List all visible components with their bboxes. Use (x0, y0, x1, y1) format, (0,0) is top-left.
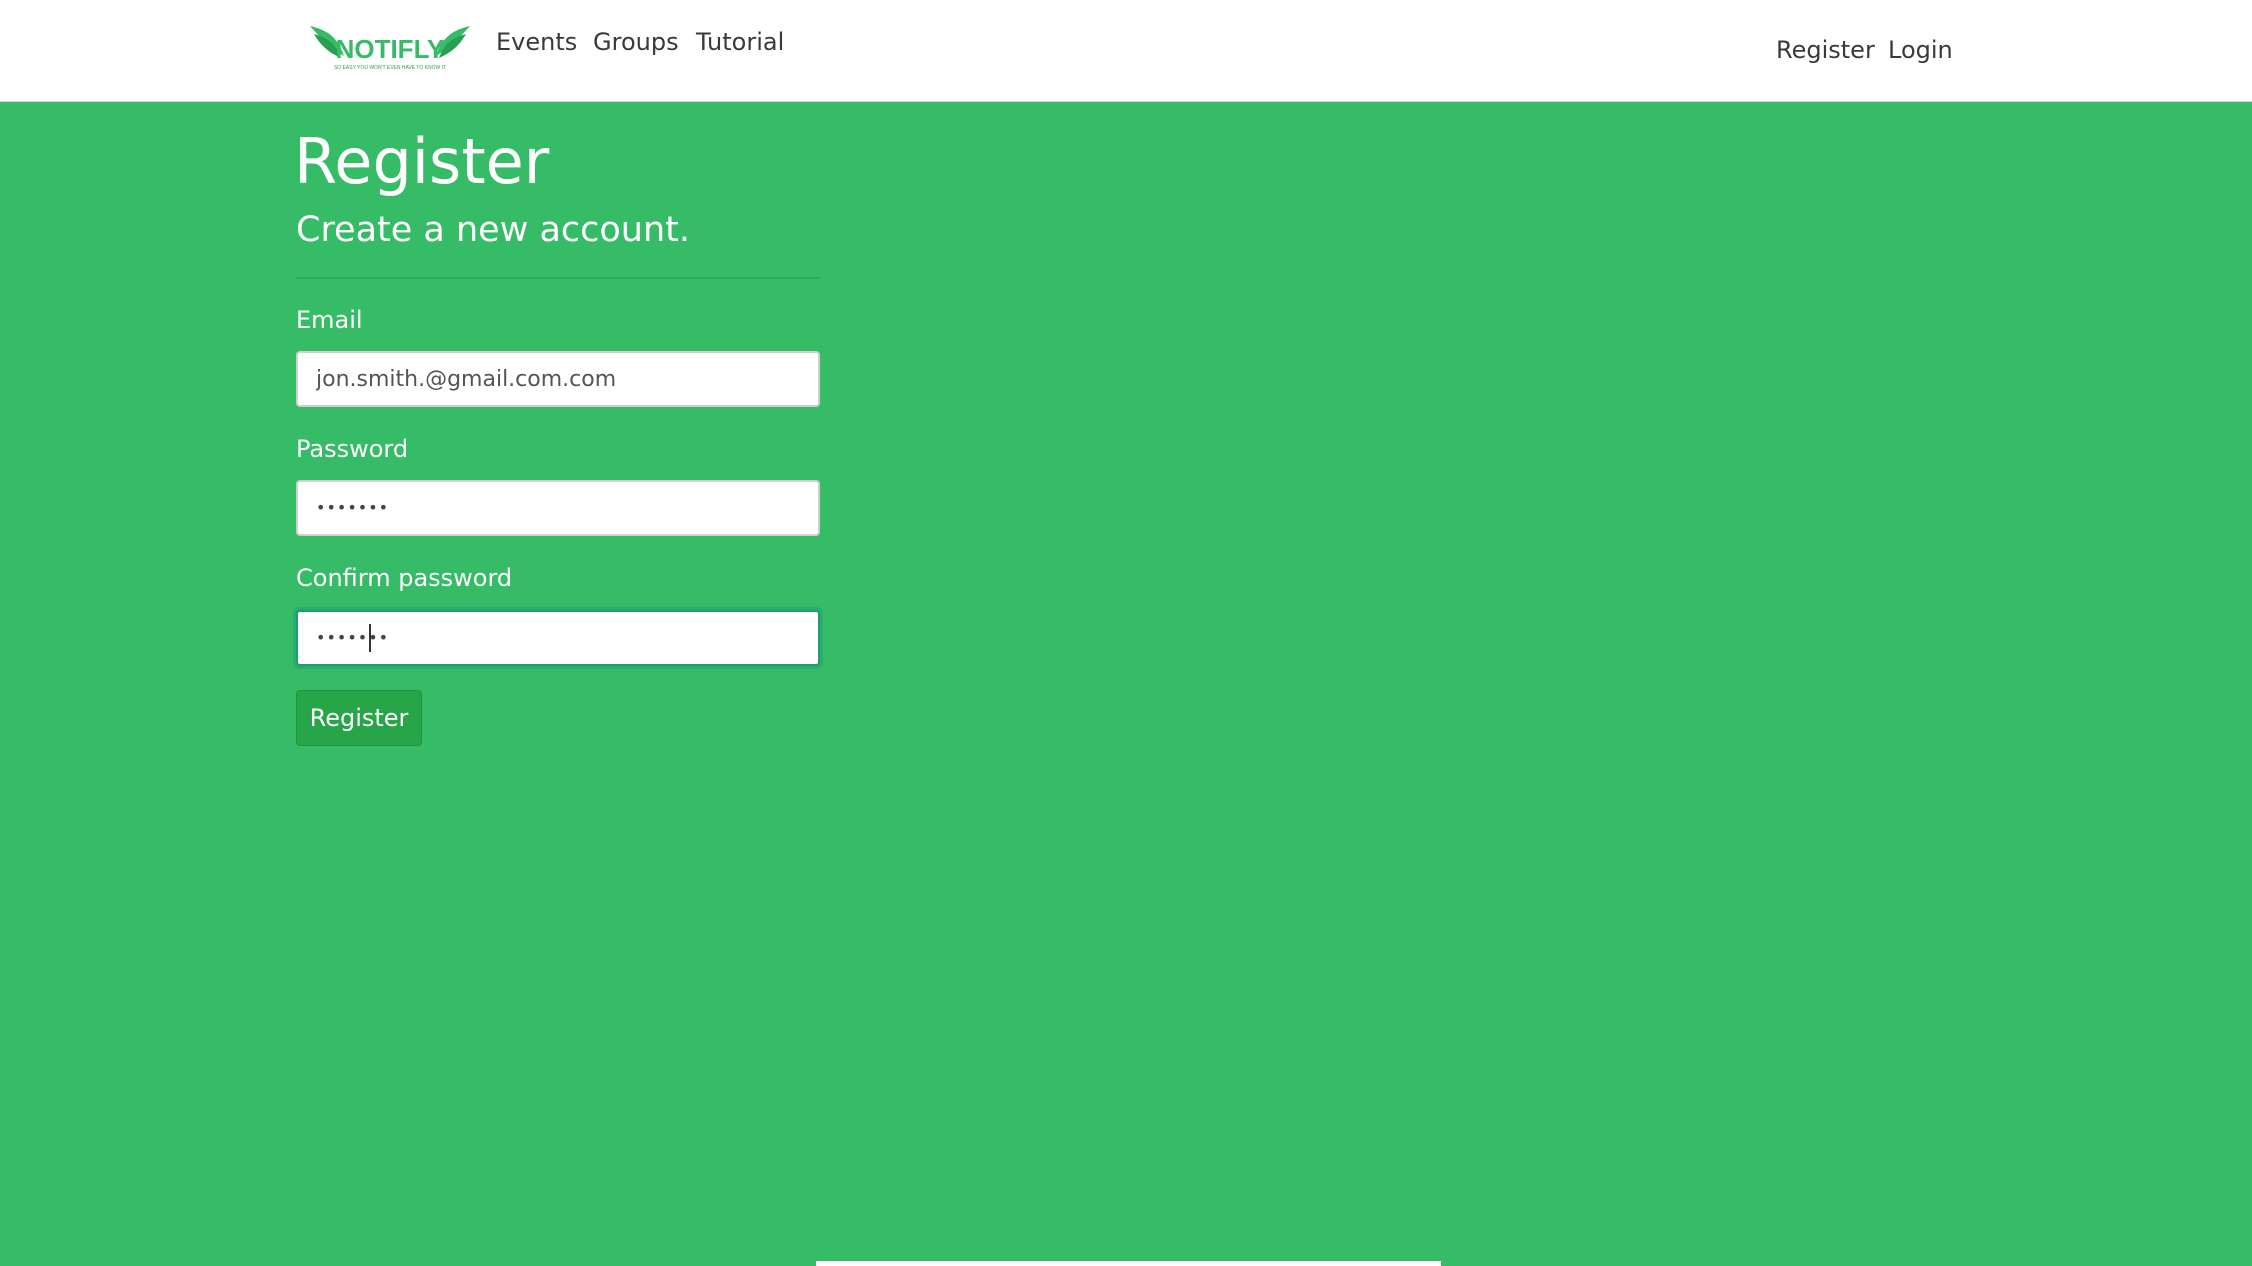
bottom-scroll-indicator (816, 1261, 1441, 1266)
svg-text:SO EASY YOU WON'T EVEN HAVE TO: SO EASY YOU WON'T EVEN HAVE TO KNOW IT (334, 65, 446, 71)
confirm-password-label: Confirm password (296, 564, 513, 592)
confirm-password-field[interactable] (296, 610, 820, 666)
password-label: Password (296, 435, 409, 463)
svg-text:NOTIFLY: NOTIFLY (336, 34, 445, 64)
email-field[interactable] (296, 351, 820, 407)
text-caret (369, 624, 371, 652)
nav-groups[interactable]: Groups (593, 26, 679, 58)
email-label: Email (296, 306, 363, 334)
page-title: Register (294, 125, 550, 198)
register-submit-button[interactable]: Register (296, 690, 422, 746)
wings-logo-icon: NOTIFLY SO EASY YOU WON'T EVEN HAVE TO K… (310, 26, 470, 71)
nav-register[interactable]: Register (1776, 34, 1875, 66)
form-divider (296, 277, 820, 279)
nav-events[interactable]: Events (496, 26, 577, 58)
nav-tutorial[interactable]: Tutorial (696, 26, 784, 58)
page-subtitle: Create a new account. (296, 210, 691, 250)
top-navbar: NOTIFLY SO EASY YOU WON'T EVEN HAVE TO K… (0, 0, 2252, 102)
brand-logo[interactable]: NOTIFLY SO EASY YOU WON'T EVEN HAVE TO K… (308, 20, 472, 76)
nav-login[interactable]: Login (1888, 34, 1953, 66)
password-field[interactable] (296, 480, 820, 536)
